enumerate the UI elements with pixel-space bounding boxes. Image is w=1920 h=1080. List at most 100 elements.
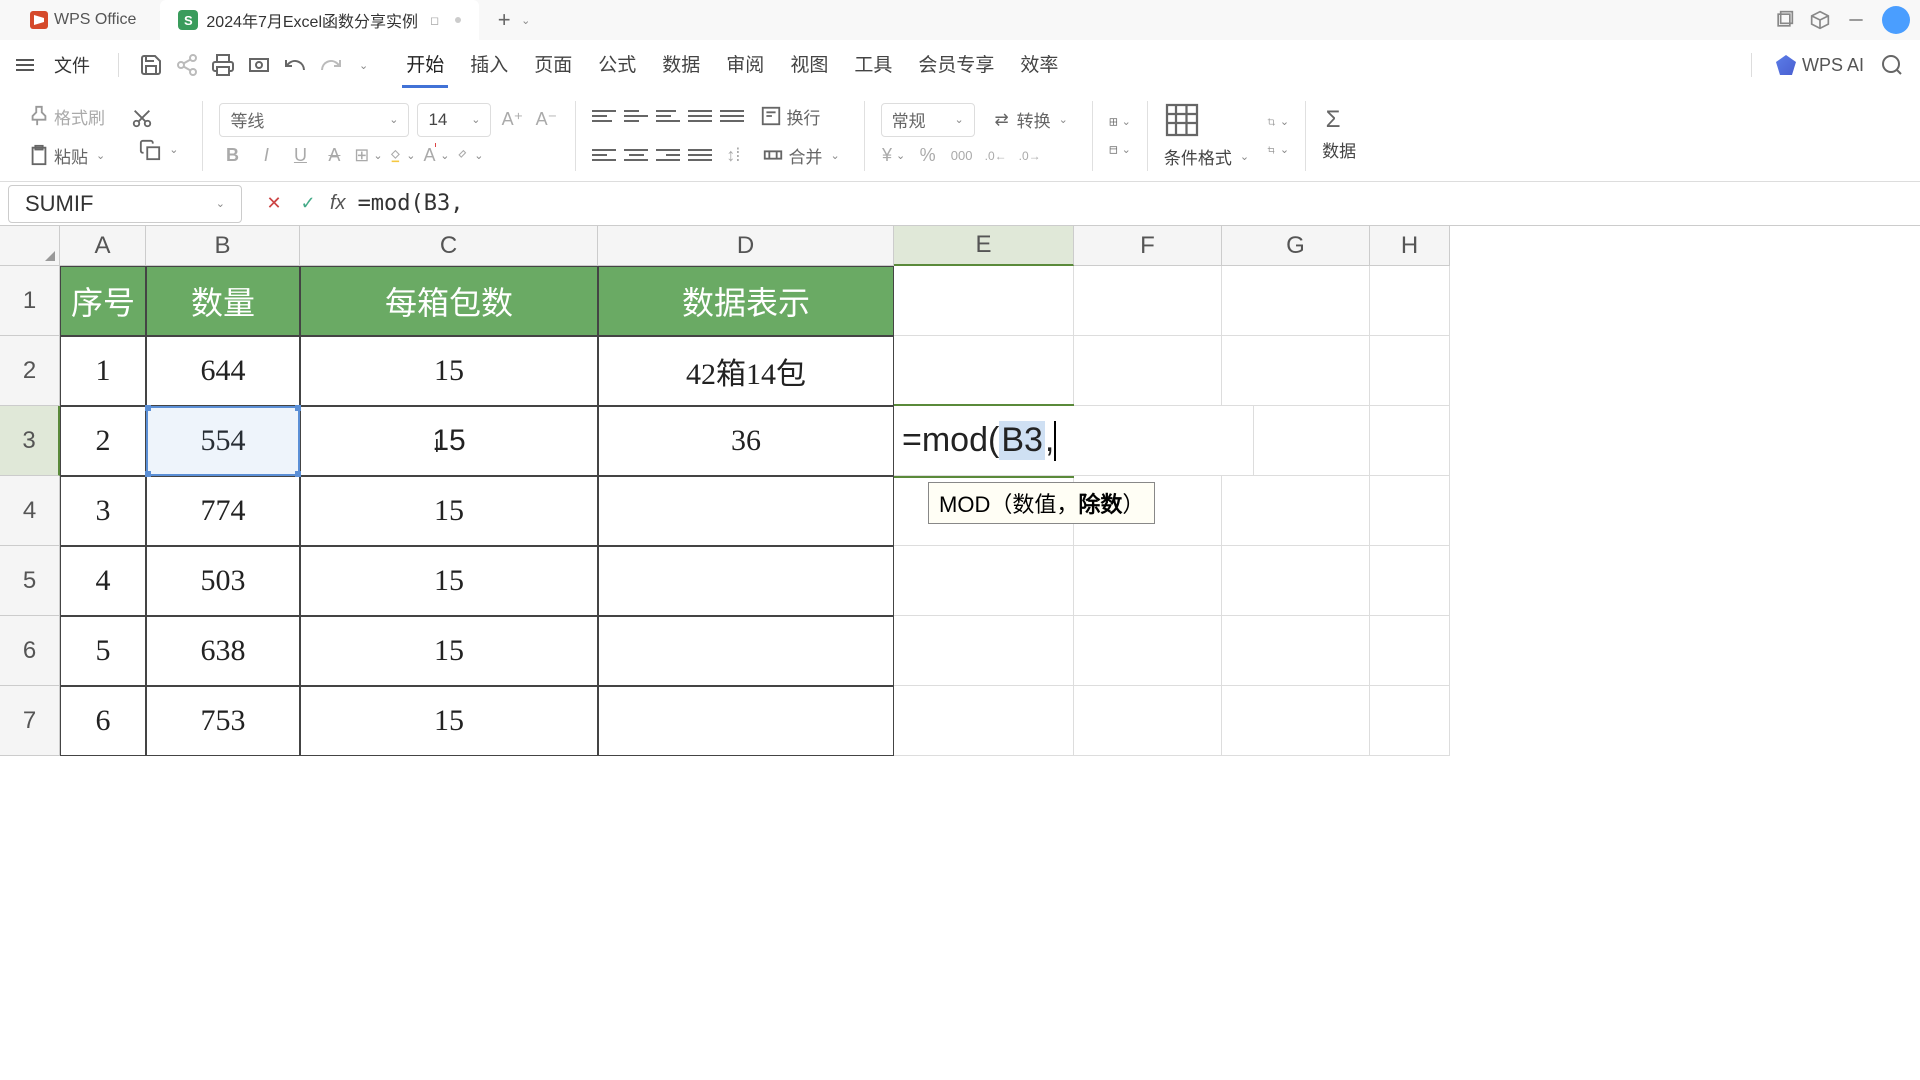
name-box[interactable]: SUMIF ⌄ (8, 185, 242, 223)
row-header-7[interactable]: 7 (0, 686, 60, 756)
conditional-format-button[interactable]: 条件格式⌄ (1164, 144, 1249, 169)
italic-icon[interactable]: I (253, 143, 279, 169)
cell-A7[interactable]: 6 (60, 686, 146, 756)
formula-confirm-icon[interactable]: ✓ (296, 192, 320, 216)
share-icon[interactable] (175, 53, 199, 77)
cell-C6[interactable]: 15 (300, 616, 598, 686)
crop-icon-2[interactable]: ⌄ (1267, 139, 1289, 161)
window-restore-icon[interactable] (1774, 10, 1794, 30)
cell-G5[interactable] (1222, 546, 1370, 616)
cell-F6[interactable] (1074, 616, 1222, 686)
cell-G2[interactable] (1222, 336, 1370, 406)
cell-B3[interactable]: 554 (146, 406, 300, 476)
cell-B2[interactable]: 644 (146, 336, 300, 406)
cell-B6[interactable]: 638 (146, 616, 300, 686)
tab-window-icon[interactable]: ◻ (430, 14, 439, 27)
border-icon[interactable]: ⊞⌄ (355, 143, 381, 169)
document-tab[interactable]: S 2024年7月Excel函数分享实例 ◻ (160, 0, 479, 40)
merge-button[interactable]: 合并⌄ (754, 139, 847, 172)
font-family-select[interactable]: 等线⌄ (219, 103, 409, 137)
justify-icon[interactable] (688, 145, 712, 165)
highlight-icon[interactable]: ⌄ (457, 143, 483, 169)
col-header-G[interactable]: G (1222, 226, 1370, 266)
cell-G6[interactable] (1222, 616, 1370, 686)
fx-icon[interactable]: fx (330, 192, 346, 215)
currency-icon[interactable]: ¥⌄ (881, 143, 907, 169)
print-preview-icon[interactable] (247, 53, 271, 77)
col-header-F[interactable]: F (1074, 226, 1222, 266)
number-format-select[interactable]: 常规⌄ (881, 103, 975, 137)
align-left-icon[interactable] (592, 145, 616, 165)
print-icon[interactable] (211, 53, 235, 77)
tab-review[interactable]: 审阅 (722, 42, 768, 88)
tab-start[interactable]: 开始 (402, 42, 448, 88)
cell-H5[interactable] (1370, 546, 1450, 616)
tab-dropdown-icon[interactable]: ⌄ (521, 14, 530, 27)
row-header-4[interactable]: 4 (0, 476, 60, 546)
cell-C3[interactable]: 15I (300, 406, 598, 476)
align-bottom-icon[interactable] (656, 106, 680, 126)
cell-A6[interactable]: 5 (60, 616, 146, 686)
underline-icon[interactable]: U (287, 143, 313, 169)
indent-icon[interactable] (720, 106, 744, 126)
align-middle-icon[interactable] (624, 106, 648, 126)
cell-G7[interactable] (1222, 686, 1370, 756)
increase-font-icon[interactable]: A⁺ (499, 107, 525, 133)
cell-style-icon[interactable]: ⌄ (1109, 111, 1131, 133)
cell-A3[interactable]: 2 (60, 406, 146, 476)
col-header-E[interactable]: E (894, 226, 1074, 266)
formula-input[interactable]: =mod(B3, (346, 191, 1920, 216)
cell-E7[interactable] (894, 686, 1074, 756)
cell-F2[interactable] (1074, 336, 1222, 406)
cell-D7[interactable] (598, 686, 894, 756)
tab-formula[interactable]: 公式 (594, 42, 640, 88)
align-top-icon[interactable] (592, 106, 616, 126)
cell-B4[interactable]: 774 (146, 476, 300, 546)
outdent-icon[interactable] (688, 106, 712, 126)
increase-decimal-icon[interactable]: .0← (983, 143, 1009, 169)
formula-cancel-icon[interactable]: ✕ (262, 192, 286, 216)
spreadsheet-grid[interactable]: A B C D E F G H 1 序号 数量 每箱包数 数据表示 2 1 64… (0, 226, 1920, 756)
cell-H1[interactable] (1370, 266, 1450, 336)
cell-C2[interactable]: 15 (300, 336, 598, 406)
strikethrough-icon[interactable]: A (321, 143, 347, 169)
decrease-font-icon[interactable]: A⁻ (533, 107, 559, 133)
cell-H7[interactable] (1370, 686, 1450, 756)
cell-H4[interactable] (1370, 476, 1450, 546)
tab-page[interactable]: 页面 (530, 42, 576, 88)
cell-A1[interactable]: 序号 (60, 266, 146, 336)
col-header-A[interactable]: A (60, 226, 146, 266)
cell-A2[interactable]: 1 (60, 336, 146, 406)
tab-member[interactable]: 会员专享 (914, 42, 998, 88)
minimize-icon[interactable] (1846, 10, 1866, 30)
tab-data[interactable]: 数据 (658, 42, 704, 88)
cell-H3[interactable] (1370, 406, 1450, 476)
cell-H6[interactable] (1370, 616, 1450, 686)
cell-E5[interactable] (894, 546, 1074, 616)
cell-F7[interactable] (1074, 686, 1222, 756)
row-header-1[interactable]: 1 (0, 266, 60, 336)
cell-G1[interactable] (1222, 266, 1370, 336)
undo-icon[interactable] (283, 53, 307, 77)
cut-icon[interactable] (131, 107, 153, 129)
cell-A4[interactable]: 3 (60, 476, 146, 546)
hamburger-icon[interactable] (16, 59, 34, 71)
cell-G4[interactable] (1222, 476, 1370, 546)
cell-B5[interactable]: 503 (146, 546, 300, 616)
cell-E2[interactable] (894, 336, 1074, 406)
redo-icon[interactable] (319, 53, 343, 77)
user-avatar[interactable] (1882, 6, 1910, 34)
cell-C4[interactable]: 15 (300, 476, 598, 546)
fill-color-icon[interactable]: ⌄ (389, 143, 415, 169)
bold-icon[interactable]: B (219, 143, 245, 169)
select-all-corner[interactable] (0, 226, 60, 266)
col-header-C[interactable]: C (300, 226, 598, 266)
cell-C1[interactable]: 每箱包数 (300, 266, 598, 336)
orientation-icon[interactable]: ↕⁞ (720, 142, 746, 168)
save-icon[interactable] (139, 53, 163, 77)
cell-A5[interactable]: 4 (60, 546, 146, 616)
row-header-6[interactable]: 6 (0, 616, 60, 686)
app-tab-wps[interactable]: WPS Office (10, 3, 156, 37)
percent-icon[interactable]: % (915, 143, 941, 169)
format-brush-button[interactable]: 格式刷 (20, 100, 113, 133)
